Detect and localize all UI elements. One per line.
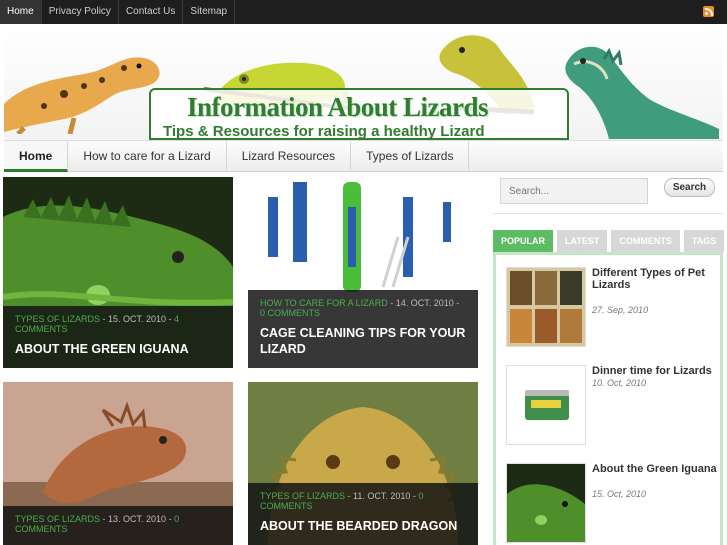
post-caption: Types of Lizards - 11. Oct. 2010 - 0 Com… <box>248 483 478 545</box>
post-category-link[interactable]: How to care for a Lizard <box>260 298 388 308</box>
post-category-link[interactable]: Types of Lizards <box>260 491 345 501</box>
topnav-privacy-policy-link[interactable]: Privacy Policy <box>42 0 119 24</box>
post-thumbnail[interactable] <box>506 463 586 543</box>
site-title[interactable]: Information About Lizards <box>187 92 489 123</box>
sidebar-tabs: Popular Latest Comments Tags <box>493 230 725 252</box>
topnav-contact-us-link[interactable]: Contact Us <box>119 0 184 24</box>
post-card-green-iguana[interactable]: Types of Lizards - 15. Oct. 2010 - 4 Com… <box>3 177 233 368</box>
post-date: 15. Oct, 2010 <box>592 489 647 499</box>
post-category-link[interactable]: Types of Lizards <box>15 514 100 524</box>
post-date: 11. Oct. 2010 <box>353 491 411 501</box>
post-date: 14. Oct. 2010 <box>395 298 454 308</box>
top-nav: Home Privacy Policy Contact Us Sitemap <box>0 0 727 24</box>
post-date: 13. Oct. 2010 <box>108 514 167 524</box>
nav-home[interactable]: Home <box>4 141 69 172</box>
green-iguana-thumbnail-image <box>507 464 585 542</box>
nav-lizard-resources[interactable]: Lizard Resources <box>227 141 352 172</box>
post-title[interactable]: About the Bearded Dragon <box>260 518 466 534</box>
post-date: 15. Oct. 2010 <box>108 314 167 324</box>
sidebar-divider <box>493 213 723 214</box>
tab-latest[interactable]: Latest <box>557 230 608 252</box>
tab-tags[interactable]: Tags <box>683 230 725 252</box>
topnav-sitemap-link[interactable]: Sitemap <box>183 0 236 24</box>
popular-posts-panel: Different Types of Pet Lizards 27. Sep, … <box>493 252 723 545</box>
main-nav: Home How to care for a Lizard Lizard Res… <box>4 140 723 172</box>
post-card-horned-lizard[interactable]: Types of Lizards - 13. Oct. 2010 - 0 Com… <box>3 382 233 545</box>
rss-icon[interactable] <box>703 6 714 17</box>
topnav-home-link[interactable]: Home <box>0 0 42 24</box>
search-input[interactable] <box>500 178 648 204</box>
post-thumbnail[interactable] <box>506 267 586 347</box>
site-subtitle: Tips & Resources for raising a healthy L… <box>163 123 485 140</box>
nav-types-of-lizards[interactable]: Types of Lizards <box>351 141 470 172</box>
post-card-cage-cleaning[interactable]: How to care for a Lizard - 14. Oct. 2010… <box>248 177 478 368</box>
lizard-types-thumbnail-image <box>507 268 585 346</box>
top-bar: Home Privacy Policy Contact Us Sitemap <box>0 0 727 24</box>
post-caption: How to care for a Lizard - 14. Oct. 2010… <box>248 290 478 368</box>
popular-post-item[interactable]: Different Types of Pet Lizards 27. Sep, … <box>506 267 721 352</box>
search-button[interactable]: Search <box>664 178 715 197</box>
post-date: 27. Sep, 2010 <box>592 305 649 315</box>
post-title-link[interactable]: Different Types of Pet Lizards <box>592 267 722 291</box>
post-caption: Types of Lizards - 15. Oct. 2010 - 4 Com… <box>3 306 233 368</box>
post-title-link[interactable]: About the Green Iguana <box>592 463 722 475</box>
post-date: 10. Oct, 2010 <box>592 378 647 388</box>
food-can-thumbnail-image <box>507 366 585 444</box>
post-meta: How to care for a Lizard - 14. Oct. 2010… <box>260 298 460 318</box>
post-card-bearded-dragon[interactable]: Types of Lizards - 11. Oct. 2010 - 0 Com… <box>248 382 478 545</box>
leopard-gecko-image <box>4 57 160 134</box>
post-category-link[interactable]: Types of Lizards <box>15 314 100 324</box>
tab-comments[interactable]: Comments <box>611 230 680 252</box>
post-thumbnail[interactable] <box>506 365 586 445</box>
post-title-link[interactable]: Dinner time for Lizards <box>592 365 722 377</box>
water-dragon-image <box>565 46 719 139</box>
site-title-box: Information About Lizards Tips & Resourc… <box>149 88 569 140</box>
post-meta: Types of Lizards - 11. Oct. 2010 - 0 Com… <box>260 491 424 511</box>
header-banner: Information About Lizards Tips & Resourc… <box>4 24 723 140</box>
post-title[interactable]: Cage cleaning tips for your Lizard <box>260 325 466 357</box>
popular-post-item[interactable]: Dinner time for Lizards 10. Oct, 2010 <box>506 365 721 450</box>
post-meta: Types of Lizards - 15. Oct. 2010 - 4 Com… <box>15 314 180 334</box>
popular-post-item[interactable]: About the Green Iguana 15. Oct, 2010 <box>506 463 721 545</box>
tab-popular[interactable]: Popular <box>493 230 554 252</box>
post-comments-link[interactable]: 0 Comments <box>260 308 320 318</box>
post-title[interactable]: About the Green Iguana <box>15 341 221 357</box>
post-meta: Types of Lizards - 13. Oct. 2010 - 0 Com… <box>15 514 180 534</box>
nav-how-to-care[interactable]: How to care for a Lizard <box>68 141 227 172</box>
post-caption: Types of Lizards - 13. Oct. 2010 - 0 Com… <box>3 506 233 545</box>
